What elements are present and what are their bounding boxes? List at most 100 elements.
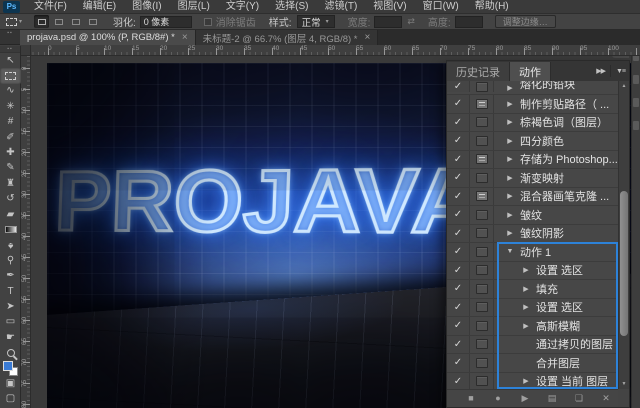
crop-tool[interactable]: # (0, 115, 21, 130)
path-selection-tool[interactable]: ➤ (0, 299, 21, 314)
record-icon[interactable]: ● (490, 394, 506, 403)
toolbar-grip[interactable]: ▪▪ (0, 30, 20, 45)
expand-triangle-icon[interactable]: ▶ (520, 266, 532, 274)
dodge-tool[interactable]: ⚲ (0, 253, 21, 268)
intersect-selection-icon[interactable] (85, 15, 100, 28)
dialog-toggle[interactable] (470, 243, 494, 261)
quick-selection-tool[interactable]: ✳ (0, 99, 21, 114)
dialog-toggle[interactable] (470, 225, 494, 243)
quick-mask-button[interactable]: ▣ (0, 376, 21, 391)
new-action-icon[interactable]: ❏ (571, 394, 587, 403)
item-check-toggle[interactable]: ✓ (447, 280, 470, 298)
close-icon[interactable]: × (365, 33, 371, 43)
expand-triangle-icon[interactable]: ▶ (520, 285, 532, 293)
dialog-toggle[interactable] (470, 354, 494, 372)
dialog-toggle[interactable] (470, 299, 494, 317)
action-row[interactable]: ✓▶填充 (447, 280, 618, 299)
dialog-toggle[interactable] (470, 169, 494, 187)
foreground-color-swatch[interactable] (3, 361, 13, 371)
action-row[interactable]: ✓▶高斯模糊 (447, 317, 618, 336)
blur-tool[interactable]: ♠ (0, 238, 21, 253)
expand-triangle-icon[interactable]: ▶ (520, 322, 532, 330)
menu-item[interactable]: 滤镜(T) (317, 0, 366, 14)
item-check-toggle[interactable]: ✓ (447, 132, 470, 150)
color-swatches[interactable] (0, 361, 21, 376)
expand-triangle-icon[interactable]: ▶ (504, 192, 516, 200)
action-row[interactable]: ✓合并图层 (447, 354, 618, 373)
item-check-toggle[interactable]: ✓ (447, 243, 470, 261)
screen-mode-button[interactable]: ▢ (0, 392, 21, 407)
expand-triangle-icon[interactable]: ▶ (504, 229, 516, 237)
action-row[interactable]: ✓▶皱纹阴影 (447, 225, 618, 244)
expand-triangle-icon[interactable]: ▶ (504, 155, 516, 163)
menu-item[interactable]: 帮助(H) (467, 0, 517, 14)
expand-triangle-icon[interactable]: ▶ (504, 100, 516, 108)
menu-item[interactable]: 文字(Y) (218, 0, 267, 14)
item-check-toggle[interactable]: ✓ (447, 336, 470, 354)
item-check-toggle[interactable]: ✓ (447, 225, 470, 243)
refine-edge-button[interactable]: 调整边缘… (495, 15, 556, 28)
expand-triangle-icon[interactable]: ▶ (504, 174, 516, 182)
item-check-toggle[interactable]: ✓ (447, 81, 470, 92)
dialog-toggle[interactable] (470, 317, 494, 335)
action-row[interactable]: ✓▶混合器画笔克隆 ... (447, 188, 618, 207)
item-check-toggle[interactable]: ✓ (447, 114, 470, 132)
action-row[interactable]: ✓▶熔化的铅块 (447, 81, 618, 95)
expand-triangle-icon[interactable]: ▶ (504, 211, 516, 219)
height-input[interactable] (455, 16, 483, 28)
scroll-up-icon[interactable]: ▲ (619, 81, 629, 91)
antialias-checkbox[interactable] (204, 18, 212, 26)
clone-stamp-tool[interactable]: ♜ (0, 176, 21, 191)
history-brush-tool[interactable]: ↺ (0, 192, 21, 207)
menu-item[interactable]: 文件(F) (26, 0, 75, 14)
action-row[interactable]: ✓▶设置 当前 图层 (447, 373, 618, 390)
active-tool-preset[interactable]: ▾ (6, 18, 22, 26)
document-tab[interactable]: projava.psd @ 100% (P, RGB/8#) *× (20, 30, 196, 45)
action-row[interactable]: ✓▶棕褐色调（图层） (447, 114, 618, 133)
zoom-tool[interactable] (0, 345, 21, 360)
new-selection-icon[interactable] (34, 15, 49, 28)
action-row[interactable]: ✓▼动作 1 (447, 243, 618, 262)
item-check-toggle[interactable]: ✓ (447, 299, 470, 317)
item-check-toggle[interactable]: ✓ (447, 317, 470, 335)
menu-item[interactable]: 编辑(E) (75, 0, 124, 14)
item-check-toggle[interactable]: ✓ (447, 188, 470, 206)
move-tool[interactable]: ↖ (0, 53, 21, 68)
healing-brush-tool[interactable]: ✚ (0, 145, 21, 160)
tab-actions[interactable]: 动作 (510, 62, 551, 81)
item-check-toggle[interactable]: ✓ (447, 151, 470, 169)
scroll-thumb[interactable] (620, 191, 628, 336)
tab-history[interactable]: 历史记录 (447, 62, 510, 81)
shape-tool[interactable]: ▭ (0, 315, 21, 330)
action-row[interactable]: ✓▶存储为 Photoshop... (447, 151, 618, 170)
dialog-toggle[interactable] (470, 188, 494, 206)
pen-tool[interactable]: ✒ (0, 268, 21, 283)
dialog-toggle[interactable] (470, 280, 494, 298)
item-check-toggle[interactable]: ✓ (447, 373, 470, 390)
expand-triangle-icon[interactable]: ▶ (520, 303, 532, 311)
swap-dimensions-icon[interactable]: ⇄ (407, 16, 415, 27)
dialog-toggle[interactable] (470, 336, 494, 354)
toolbar-handle[interactable]: ▪▪ (0, 46, 20, 53)
play-icon[interactable]: ▶ (517, 394, 533, 403)
scrollbar[interactable]: ▲ ▼ (618, 81, 629, 389)
action-row[interactable]: ✓▶皱纹 (447, 206, 618, 225)
dialog-toggle[interactable] (470, 81, 494, 92)
action-row[interactable]: ✓▶渐变映射 (447, 169, 618, 188)
menu-item[interactable]: 图层(L) (170, 0, 218, 14)
rectangular-marquee-tool[interactable] (0, 68, 21, 83)
delete-icon[interactable]: ✕ (598, 394, 614, 403)
menu-item[interactable]: 窗口(W) (415, 0, 467, 14)
document-tab[interactable]: 未标题-2 @ 66.7% (图层 4, RGB/8) *× (196, 30, 379, 45)
action-row[interactable]: ✓▶制作剪贴路径（ ... (447, 95, 618, 114)
type-tool[interactable]: T (0, 284, 21, 299)
item-check-toggle[interactable]: ✓ (447, 262, 470, 280)
dialog-toggle[interactable] (470, 151, 494, 169)
eraser-tool[interactable]: ▰ (0, 207, 21, 222)
subtract-from-selection-icon[interactable] (68, 15, 83, 28)
dialog-toggle[interactable] (470, 95, 494, 113)
item-check-toggle[interactable]: ✓ (447, 354, 470, 372)
item-check-toggle[interactable]: ✓ (447, 95, 470, 113)
expand-triangle-icon[interactable]: ▶ (520, 377, 532, 385)
lasso-tool[interactable]: ∿ (0, 84, 21, 99)
